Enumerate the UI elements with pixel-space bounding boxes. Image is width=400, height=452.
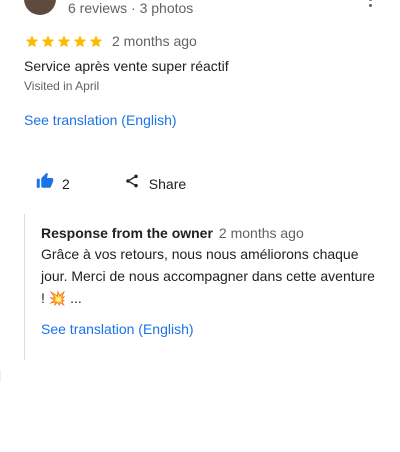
avatar[interactable]	[24, 0, 56, 15]
rating-row: 2 months ago	[24, 33, 197, 49]
owner-see-translation-link[interactable]: See translation (English)	[41, 321, 194, 337]
star-icon	[72, 34, 88, 49]
share-label: Share	[148, 175, 187, 192]
review-actions: 2 Share	[36, 172, 186, 195]
owner-response-date: 2 months ago	[218, 225, 304, 241]
star-icon	[88, 34, 104, 49]
review-text: Service après vente super réactif	[24, 58, 229, 74]
visited-label: Visited in April	[24, 79, 100, 93]
thumbs-up-icon	[36, 172, 54, 195]
share-button[interactable]: Share	[124, 173, 186, 194]
star-icon	[56, 34, 72, 49]
star-icon	[24, 34, 40, 49]
owner-response: Response from the owner 2 months ago Grâc…	[24, 214, 377, 360]
star-icon	[40, 34, 56, 49]
like-count: 2	[62, 175, 70, 192]
see-translation-link[interactable]: See translation (English)	[24, 112, 177, 128]
like-button[interactable]: 2	[36, 172, 70, 195]
owner-response-title: Response from the owner	[41, 225, 213, 241]
review-date: 2 months ago	[112, 33, 197, 49]
star-rating	[24, 34, 104, 49]
share-icon	[124, 173, 140, 194]
owner-response-header: Response from the owner 2 months ago	[41, 225, 304, 241]
owner-response-text: Grâce à vos retours, nous nous amélioron…	[41, 246, 375, 306]
divider	[0, 370, 1, 382]
reviewer-meta: 6 reviews · 3 photos	[68, 0, 194, 16]
more-options-icon[interactable]	[366, 0, 374, 7]
